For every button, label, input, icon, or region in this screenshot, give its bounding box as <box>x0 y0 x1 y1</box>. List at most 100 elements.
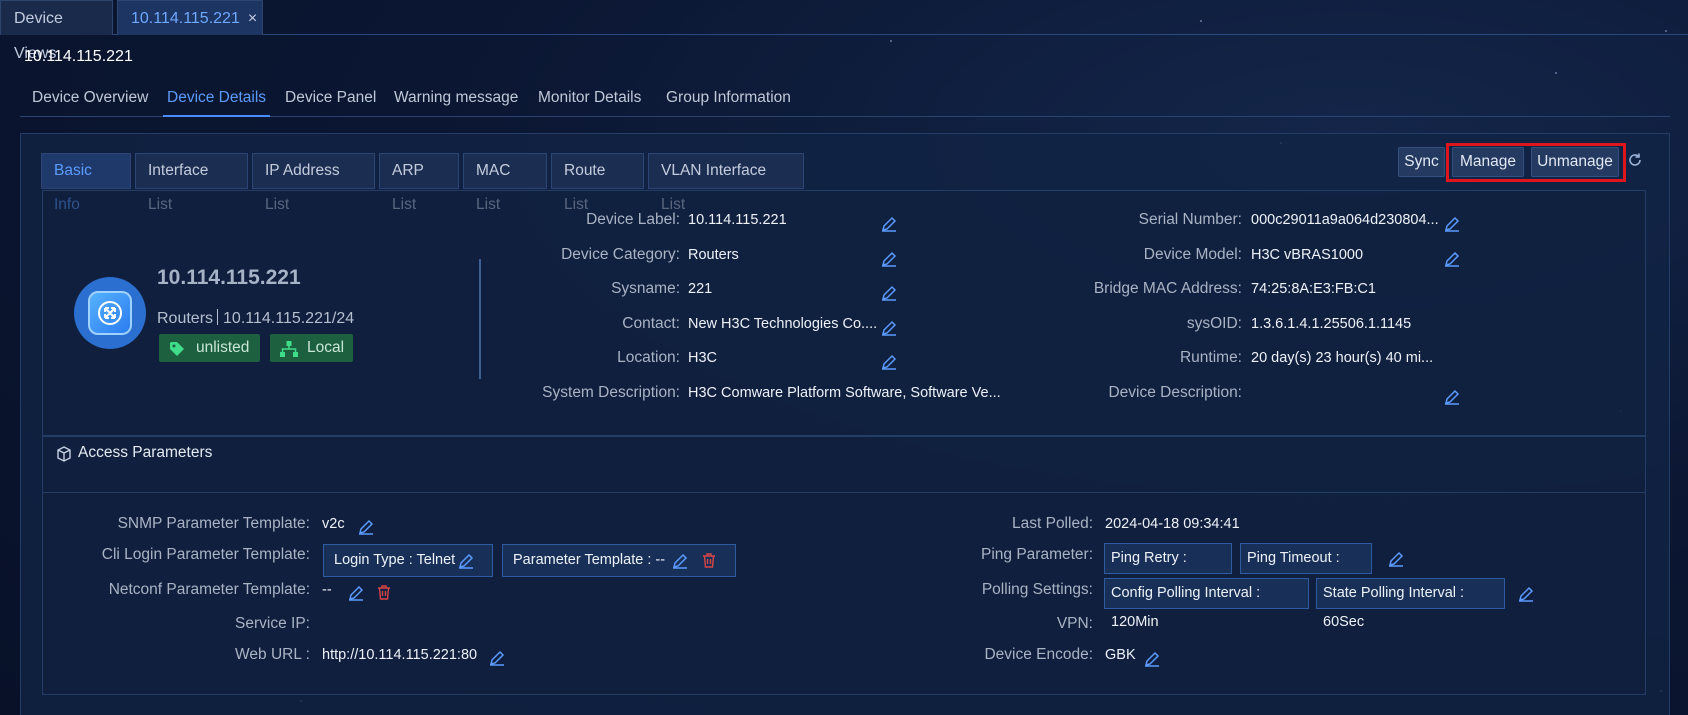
field-value-contact: New H3C Technologies Co.... <box>688 316 878 332</box>
edit-icon[interactable] <box>1444 389 1460 405</box>
field-label-contact: Contact: <box>622 315 680 332</box>
field-label-web-url: Web URL : <box>235 646 310 663</box>
field-value-web-url[interactable]: http://10.114.115.221:80 <box>322 647 477 663</box>
edit-icon[interactable] <box>348 585 364 601</box>
field-label-snmp: SNMP Parameter Template: <box>117 515 310 532</box>
tab-interface-list[interactable]: Interface List <box>135 153 248 213</box>
chip-label: Parameter Template : -- <box>513 552 666 568</box>
field-value-device-model: H3C vBRAS1000 <box>1251 247 1364 263</box>
ping-retry-chip: Ping Retry : 3times <box>1104 543 1232 595</box>
tag-label: Local <box>307 339 345 356</box>
field-label-device-label: Device Label: <box>586 211 680 228</box>
tab-label: 10.114.115.221 <box>131 10 240 27</box>
sync-button[interactable]: Sync <box>1398 147 1445 177</box>
tab-monitor-details[interactable]: Monitor Details <box>538 89 641 107</box>
page-title: 10.114.115.221 <box>24 48 133 65</box>
field-label-serial-number: Serial Number: <box>1138 211 1242 228</box>
field-label-last-polled: Last Polled: <box>1012 515 1093 532</box>
field-value-device-label: 10.114.115.221 <box>688 212 787 228</box>
field-value-serial-number: 000c29011a9a064d230804... <box>1251 212 1439 228</box>
cube-icon <box>57 446 71 462</box>
tab-ip-address-list[interactable]: IP Address List <box>252 153 375 213</box>
device-ip-mask: 10.114.115.221/24 <box>223 310 355 327</box>
tab-device-overview[interactable]: Device Overview <box>32 89 148 107</box>
field-label-system-description: System Description: <box>542 384 680 401</box>
tab-device-ip[interactable]: 10.114.115.221 × <box>117 0 263 35</box>
edit-icon[interactable] <box>358 519 374 535</box>
tab-warning-message[interactable]: Warning message <box>394 89 518 107</box>
ping-timeout-chip: Ping Timeout : 2Sec <box>1240 543 1372 595</box>
field-value-bridge-mac: 74:25:8A:E3:FB:C1 <box>1251 281 1376 297</box>
field-label-vpn: VPN: <box>1056 615 1093 632</box>
tab-device-panel[interactable]: Device Panel <box>285 89 376 107</box>
tab-vlan-interface-list[interactable]: VLAN Interface List <box>648 153 804 213</box>
edit-icon[interactable] <box>881 354 897 370</box>
tag-icon <box>170 342 184 356</box>
chip-label: Login Type : Telnet <box>334 552 456 568</box>
edit-icon[interactable] <box>881 251 897 267</box>
tab-group-information[interactable]: Group Information <box>666 89 791 107</box>
field-value-sysoid: 1.3.6.1.4.1.25506.1.1145 <box>1251 316 1412 332</box>
trash-icon[interactable] <box>377 585 391 600</box>
device-category: Routers <box>157 310 214 327</box>
edit-icon[interactable] <box>489 650 505 666</box>
divider <box>217 309 219 325</box>
field-label-device-encode: Device Encode: <box>984 646 1093 663</box>
field-label-runtime: Runtime: <box>1179 349 1242 366</box>
field-label-sysname: Sysname: <box>611 280 680 297</box>
field-value-snmp: v2c <box>322 516 345 532</box>
field-label-device-model: Device Model: <box>1143 246 1242 263</box>
field-label-service-ip: Service IP: <box>235 615 310 632</box>
field-label-sysoid: sysOID: <box>1186 315 1242 332</box>
field-label-cli: Cli Login Parameter Template: <box>101 546 310 563</box>
close-icon[interactable]: × <box>248 10 257 27</box>
device-subtitle: Routers 10.114.115.221/24 <box>157 309 354 328</box>
field-value-device-encode: GBK <box>1105 647 1136 663</box>
tab-arp-list[interactable]: ARP List <box>379 153 459 213</box>
field-value-runtime: 20 day(s) 23 hour(s) 40 mi... <box>1251 350 1434 366</box>
field-value-device-category: Routers <box>688 247 739 263</box>
tab-device-details[interactable]: Device Details <box>162 89 271 117</box>
field-value-location: H3C <box>688 350 718 366</box>
router-icon <box>88 291 132 335</box>
tag-local[interactable]: Local <box>270 334 353 362</box>
device-avatar <box>74 277 146 349</box>
tab-mac-list[interactable]: MAC List <box>463 153 547 213</box>
edit-icon[interactable] <box>1444 251 1460 267</box>
edit-icon[interactable] <box>672 553 688 569</box>
access-parameters-header <box>42 436 1646 493</box>
section-title: Access Parameters <box>78 444 213 461</box>
edit-icon[interactable] <box>458 553 474 569</box>
hierarchy-icon <box>280 341 298 357</box>
edit-icon[interactable] <box>1444 216 1460 232</box>
field-value-last-polled: 2024-04-18 09:34:41 <box>1105 516 1240 532</box>
edit-icon[interactable] <box>881 216 897 232</box>
field-value-sysname: 221 <box>688 281 713 297</box>
field-label-device-category: Device Category: <box>561 246 680 263</box>
tag-unlisted[interactable]: unlisted <box>159 334 260 362</box>
trash-icon[interactable] <box>702 553 716 568</box>
device-name: 10.114.115.221 <box>157 266 301 289</box>
tab-device-views[interactable]: Device Views <box>0 0 113 62</box>
refresh-icon[interactable] <box>1627 152 1645 170</box>
tab-basic-info[interactable]: Basic Info <box>41 153 131 213</box>
field-label-device-description: Device Description: <box>1108 384 1242 401</box>
top-tab-bar: Device Views 10.114.115.221 × <box>0 0 1688 62</box>
edit-icon[interactable] <box>1144 651 1160 667</box>
sub-tab-bar: Device Overview Device Details Device Pa… <box>20 84 1670 117</box>
edit-icon[interactable] <box>1518 586 1534 602</box>
field-label-location: Location: <box>617 349 680 366</box>
highlight-box <box>1446 143 1626 182</box>
state-polling-chip: State Polling Interval : 60Sec <box>1316 578 1505 630</box>
field-value-netconf: -- <box>322 582 332 598</box>
field-value-system-description: H3C Comware Platform Software, Software … <box>688 385 1001 401</box>
cli-parameter-template-chip: Parameter Template : -- <box>502 544 736 577</box>
edit-icon[interactable] <box>881 320 897 336</box>
tab-route-list[interactable]: Route List <box>551 153 644 213</box>
edit-icon[interactable] <box>881 285 897 301</box>
field-label-polling: Polling Settings: <box>981 581 1093 598</box>
field-label-bridge-mac: Bridge MAC Address: <box>1093 280 1242 297</box>
field-label-netconf: Netconf Parameter Template: <box>108 581 310 598</box>
edit-icon[interactable] <box>1388 551 1404 567</box>
config-polling-chip: Config Polling Interval : 120Min <box>1104 578 1309 630</box>
